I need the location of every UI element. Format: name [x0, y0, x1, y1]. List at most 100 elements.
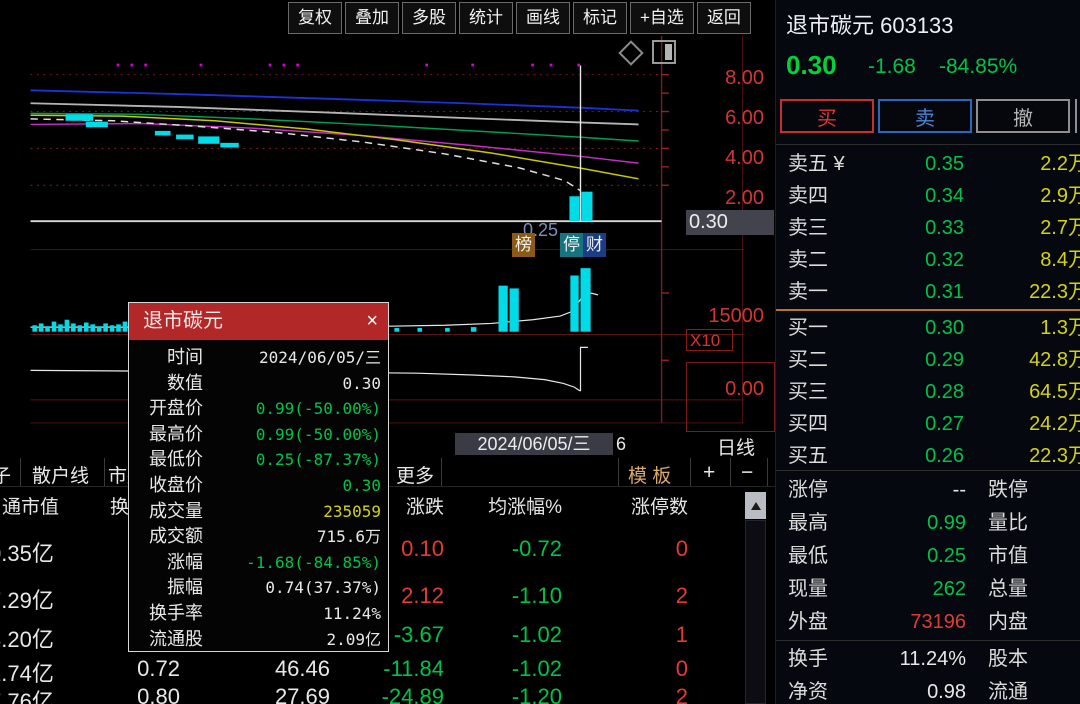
tooltip-label: 收盘价: [129, 473, 203, 499]
tooltip-title: 退市碳元: [143, 310, 223, 332]
table-scroll-up-button[interactable]: [745, 492, 766, 519]
tooltip-label: 成交量: [129, 499, 203, 525]
bid-label: 买三: [788, 376, 828, 408]
tooltip-label: 时间: [129, 345, 203, 371]
event-badge-bang[interactable]: 榜: [512, 233, 535, 257]
month-marker: 6: [616, 434, 626, 455]
tab-more[interactable]: 更多: [396, 461, 434, 488]
tooltip-label: 最高价: [129, 422, 203, 448]
bid-row-3[interactable]: 买三0.2864.5万: [776, 376, 1080, 408]
cell-limit-count: 0: [560, 656, 688, 682]
toolbar-button-draw[interactable]: 画线: [516, 2, 570, 34]
stat-label2: 量比: [988, 507, 1028, 540]
volume-tick-15000: 15000: [690, 305, 764, 328]
cell-avg-change: -1.10: [420, 583, 562, 609]
ask-row-2[interactable]: 卖二0.328.4万: [776, 244, 1080, 276]
tooltip-label: 最低价: [129, 447, 203, 473]
tooltip-label: 振幅: [129, 575, 203, 601]
ask-volume: 22.3万: [968, 276, 1080, 308]
bid-volume: 64.5万: [968, 376, 1080, 408]
col-limit-up-count[interactable]: 涨停数: [560, 492, 688, 519]
zoom-in-button[interactable]: +: [703, 461, 715, 485]
tooltip-label: 成交额: [129, 524, 203, 550]
ask-row-5[interactable]: 卖五 ¥0.352.2万: [776, 148, 1080, 180]
event-badge-ting[interactable]: 停: [560, 233, 583, 257]
panel-toggle-icon[interactable]: [652, 40, 676, 64]
col-float-cap[interactable]: 通市值: [2, 492, 59, 519]
close-icon[interactable]: ×: [366, 303, 378, 340]
bid-row-2[interactable]: 买二0.2942.8万: [776, 344, 1080, 376]
stat-label2: 股本: [988, 643, 1028, 676]
toolbar-button-restore[interactable]: 复权: [288, 2, 342, 34]
cell-float-cap: 7.29亿: [0, 583, 54, 615]
toolbar-button-multistock[interactable]: 多股: [402, 2, 456, 34]
stat-value: 262: [836, 573, 966, 606]
bid-price: 0.29: [876, 344, 964, 376]
stat-row-low: 最低0.25市值: [776, 540, 1080, 573]
ask-row-1[interactable]: 卖一0.3122.3万: [776, 276, 1080, 308]
ask-price: 0.33: [876, 212, 964, 244]
ask-label: 卖一: [788, 276, 828, 308]
bid-ask-divider: [776, 309, 1080, 311]
ask-row-3[interactable]: 卖三 0.332.7万: [776, 212, 1080, 244]
ask-price: 0.32: [876, 244, 964, 276]
cell-float-cap: 7.76亿: [0, 684, 54, 704]
kline-data-tooltip: 退市碳元 × 时间2024/06/05/三 数值0.30 开盘价0.99(-50…: [128, 302, 389, 652]
event-badge-cai[interactable]: 财: [583, 233, 606, 257]
toolbar-button-overlay[interactable]: 叠加: [345, 2, 399, 34]
tab-cutoff[interactable]: 子: [0, 461, 11, 488]
ask-label: 卖三: [788, 212, 828, 244]
bid-row-1[interactable]: 买一0.301.3万: [776, 312, 1080, 344]
toolbar-button-mark[interactable]: 标记: [573, 2, 627, 34]
bid-label: 买五: [788, 440, 828, 472]
stat-label2: 市值: [988, 540, 1028, 573]
buy-button[interactable]: 买: [780, 99, 874, 133]
tooltip-value: 2.09亿: [203, 627, 388, 653]
tooltip-label: 涨幅: [129, 550, 203, 576]
ask-volume: 8.4万: [968, 244, 1080, 276]
price-tick-6: 6.00: [690, 107, 764, 130]
tooltip-title-bar[interactable]: 退市碳元 ×: [129, 303, 388, 340]
tooltip-value: 0.30: [203, 473, 388, 499]
ask-label: 卖五 ¥: [788, 148, 845, 180]
toolbar-button-statistics[interactable]: 统计: [459, 2, 513, 34]
toolbar-button-add-watchlist[interactable]: +自选: [630, 2, 694, 34]
ma-line-magenta: [31, 124, 639, 164]
cell-float-cap: 3.20亿: [0, 622, 54, 654]
bid-row-5[interactable]: 买五0.2622.3万: [776, 440, 1080, 472]
zoom-out-button[interactable]: −: [741, 461, 753, 485]
bid-row-4[interactable]: 买四0.2724.2万: [776, 408, 1080, 440]
col-avg-change[interactable]: 均涨幅%: [420, 492, 562, 519]
volume-scale-x10: X10: [686, 329, 733, 351]
stat-row-net-assets: 净资0.98流通: [776, 676, 1080, 704]
tooltip-value: 2024/06/05/三: [203, 345, 388, 371]
ma-line-green: [31, 113, 639, 141]
stat-row-high: 最高0.99量比: [776, 507, 1080, 540]
tooltip-label: 流通股: [129, 627, 203, 653]
tooltip-value: 235059: [203, 499, 388, 525]
toolbar-button-back[interactable]: 返回: [697, 2, 751, 34]
tab-retail-line[interactable]: 散户线: [32, 461, 89, 488]
stat-label: 最高: [788, 507, 828, 540]
ask-volume: 2.7万: [968, 212, 1080, 244]
bid-volume: 42.8万: [968, 344, 1080, 376]
table-row[interactable]: 7.76亿 0.80 27.69 -24.89 -1.20 2: [0, 684, 775, 704]
tab-template[interactable]: 模 板: [628, 461, 671, 488]
stat-value: 73196: [836, 606, 966, 639]
stat-label: 净资: [788, 676, 828, 704]
cell-limit-count: 2: [560, 583, 688, 609]
stat-row-current-vol: 现量262总量: [776, 573, 1080, 606]
cancel-button[interactable]: 撤: [976, 99, 1070, 133]
ask-row-4[interactable]: 卖四0.342.9万: [776, 180, 1080, 212]
price-change: -1.68: [868, 55, 916, 79]
sell-button[interactable]: 卖: [878, 99, 972, 133]
quote-panel: 退市碳元 603133 0.30 -1.68 -84.85% 买 卖 撤 卖五 …: [775, 0, 1080, 704]
cyan-candles: [66, 114, 593, 221]
stat-label2: 跌停: [988, 474, 1028, 507]
period-label[interactable]: 日线: [700, 433, 772, 460]
price-tick-2: 2.00: [690, 187, 764, 210]
stat-label: 最低: [788, 540, 828, 573]
tooltip-label: 换手率: [129, 601, 203, 627]
last-price: 0.30: [786, 50, 837, 81]
table-row[interactable]: 1.74亿 0.72 46.46 -11.84 -1.02 0: [0, 656, 775, 683]
